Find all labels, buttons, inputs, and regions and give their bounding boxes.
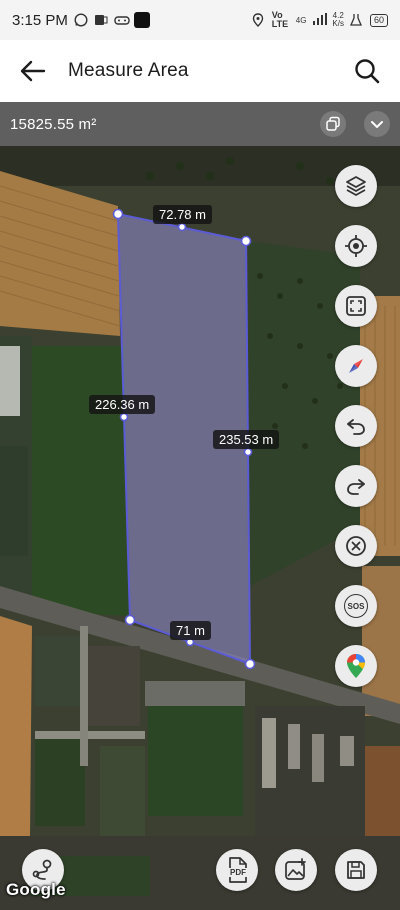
export-pdf-button[interactable]: PDF bbox=[216, 849, 258, 891]
my-location-button[interactable] bbox=[335, 225, 377, 267]
search-button[interactable] bbox=[350, 54, 384, 88]
edge-length-top: 72.78 m bbox=[153, 205, 212, 224]
area-value: 15825.55 m² bbox=[10, 115, 97, 133]
compass-icon bbox=[349, 359, 363, 373]
undo-button[interactable] bbox=[335, 405, 377, 447]
expand-details-button[interactable] bbox=[364, 111, 390, 137]
game-controller-icon bbox=[114, 13, 130, 27]
fit-bounds-button[interactable] bbox=[335, 285, 377, 327]
clear-button[interactable] bbox=[335, 525, 377, 567]
network-type-label: 4G bbox=[295, 15, 307, 25]
edge-length-left: 226.36 m bbox=[89, 395, 156, 414]
satellite-map[interactable]: 72.78 m 226.36 m 235.53 m 71 m SOS PDF G… bbox=[0, 146, 400, 910]
google-maps-button[interactable] bbox=[335, 645, 377, 687]
search-icon bbox=[355, 59, 380, 84]
close-circle-icon bbox=[346, 536, 366, 556]
app-notification-icon bbox=[133, 12, 150, 28]
area-summary-bar: 15825.55 m² bbox=[0, 102, 400, 146]
status-time: 3:15 PM bbox=[12, 11, 68, 29]
fullscreen-icon bbox=[346, 296, 366, 316]
copy-icon bbox=[326, 116, 340, 131]
chevron-down-icon bbox=[371, 121, 383, 128]
redo-icon bbox=[347, 479, 365, 495]
sos-icon: SOS bbox=[344, 594, 368, 618]
app-bar: Measure Area bbox=[0, 40, 400, 102]
network-speed: 4.2 K/s bbox=[332, 11, 344, 28]
whatsapp-icon bbox=[74, 13, 88, 27]
lab-flask-icon bbox=[349, 13, 364, 27]
floppy-disk-icon bbox=[347, 861, 365, 879]
add-photo-button[interactable] bbox=[275, 849, 317, 891]
back-button[interactable] bbox=[16, 54, 50, 88]
page-title: Measure Area bbox=[68, 60, 189, 81]
copy-area-button[interactable] bbox=[320, 111, 346, 137]
add-photo-icon bbox=[285, 858, 306, 880]
battery-indicator: 60 bbox=[369, 13, 388, 27]
layers-button[interactable] bbox=[335, 165, 377, 207]
save-button[interactable] bbox=[335, 849, 377, 891]
sos-button[interactable]: SOS bbox=[335, 585, 377, 627]
compass-button[interactable] bbox=[335, 345, 377, 387]
midpoint-handle[interactable] bbox=[243, 447, 253, 457]
layers-icon bbox=[346, 176, 366, 196]
route-pin-icon bbox=[32, 859, 52, 880]
midpoint-handle[interactable] bbox=[119, 412, 129, 422]
crosshair-icon bbox=[345, 235, 367, 257]
vertex-handle[interactable] bbox=[112, 208, 124, 220]
signal-icon bbox=[312, 13, 328, 27]
google-attribution: Google bbox=[6, 880, 66, 899]
powerpoint-icon bbox=[94, 13, 108, 27]
arrow-left-icon bbox=[20, 60, 46, 82]
google-maps-pin-icon bbox=[347, 654, 365, 678]
undo-icon bbox=[347, 419, 365, 435]
redo-button[interactable] bbox=[335, 465, 377, 507]
vertex-handle[interactable] bbox=[240, 235, 252, 247]
vertex-handle[interactable] bbox=[244, 658, 256, 670]
edge-length-bottom: 71 m bbox=[170, 621, 211, 640]
location-icon bbox=[252, 13, 266, 27]
pdf-label: PDF bbox=[229, 868, 247, 877]
volte-label: Vo LTE bbox=[271, 10, 289, 29]
status-bar: 3:15 PM Vo LTE 4G 4.2 K/s 60 bbox=[0, 0, 400, 40]
vertex-handle[interactable] bbox=[124, 614, 136, 626]
midpoint-handle[interactable] bbox=[177, 222, 187, 232]
edge-length-right: 235.53 m bbox=[213, 430, 280, 449]
